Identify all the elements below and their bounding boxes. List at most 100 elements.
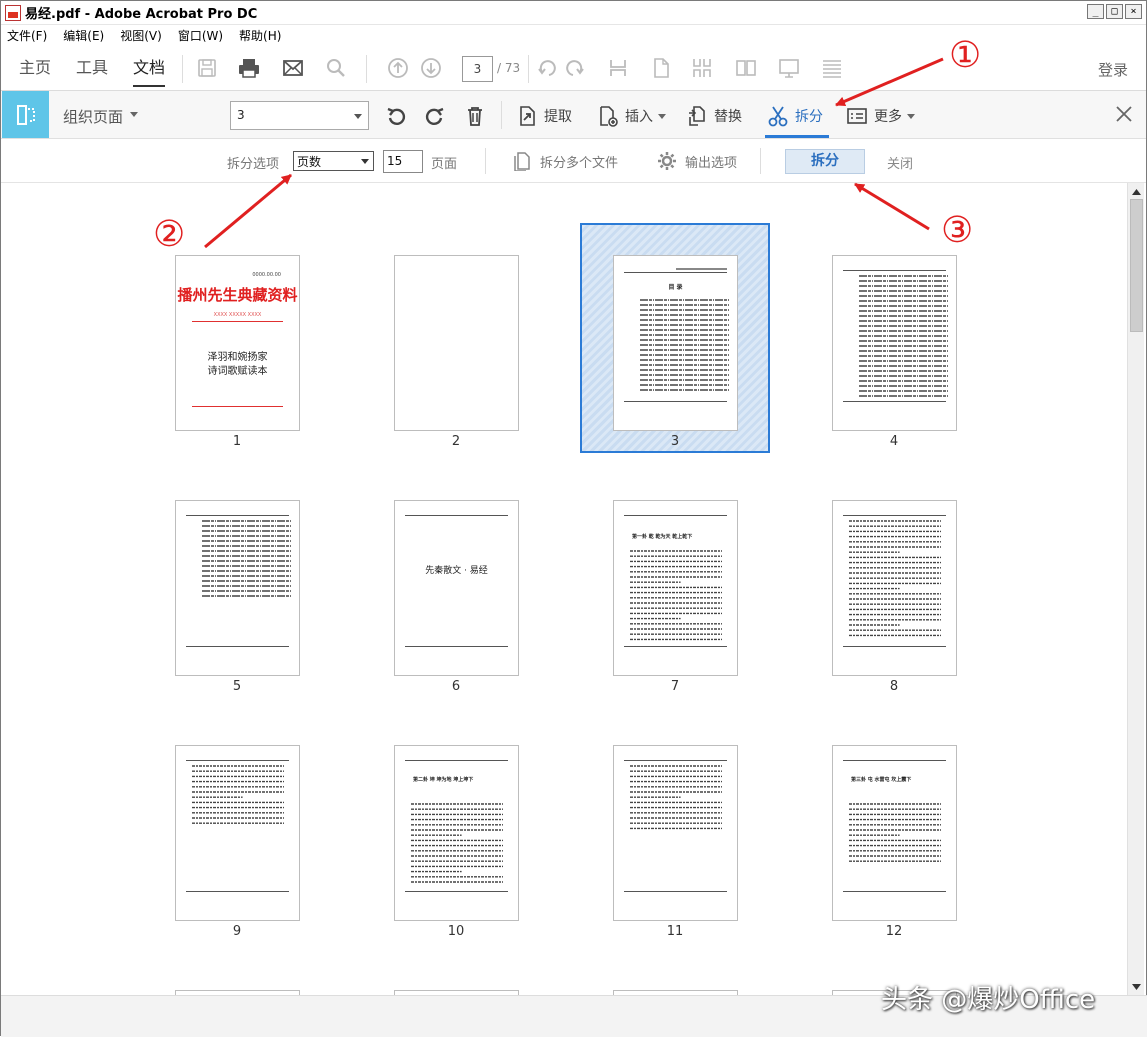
page-number-input[interactable]: 3 xyxy=(462,56,493,82)
organize-pages-label[interactable]: 组织页面 xyxy=(63,106,123,127)
split-multiple-files-button[interactable]: 拆分多个文件 xyxy=(512,151,618,171)
page-thumbnails-area: 0000.00.00 播州先生典藏资料 XXXX XXXXX XXXX 泽羽和婉… xyxy=(5,183,1127,995)
page-thumbnail[interactable]: 第三卦 屯 水雷屯 坎上震下 12 xyxy=(799,713,989,943)
rotate-left-button[interactable] xyxy=(385,105,413,127)
chapter-heading: 第三卦 屯 水雷屯 坎上震下 xyxy=(851,777,912,783)
scroll-down-icon[interactable] xyxy=(1128,978,1145,995)
print-icon[interactable] xyxy=(238,57,260,79)
combine-icon[interactable] xyxy=(607,57,629,79)
page-number: 6 xyxy=(451,679,461,694)
split-button[interactable]: 拆分 xyxy=(767,105,823,127)
cover-subline: XXXX XXXXX XXXX xyxy=(213,312,262,318)
tab-document[interactable]: 文档 xyxy=(133,45,166,91)
cover-body-1: 泽羽和婉扬家 xyxy=(207,352,268,363)
page-thumbnail[interactable]: 先秦散文 · 易经 6 xyxy=(361,468,551,698)
tab-tools[interactable]: 工具 xyxy=(76,45,108,91)
page-thumbnail[interactable]: 第一卦 乾 乾为天 乾上乾下 7 xyxy=(580,468,770,698)
close-icon[interactable] xyxy=(1114,104,1134,124)
footer-rule xyxy=(186,646,289,647)
page-thumbnail[interactable]: 0000.00.00 播州先生典藏资料 XXXX XXXXX XXXX 泽羽和婉… xyxy=(142,223,332,453)
page-preview xyxy=(832,500,957,676)
page-preview xyxy=(832,255,957,431)
save-icon[interactable] xyxy=(196,57,218,79)
organize-pages-icon[interactable] xyxy=(2,91,49,138)
page-thumbnail[interactable]: 第二卦 坤 坤为地 坤上坤下 10 xyxy=(361,713,551,943)
header-rule xyxy=(843,760,946,761)
vertical-scrollbar[interactable] xyxy=(1127,183,1144,995)
page-range-select[interactable]: 3 xyxy=(230,101,369,130)
title-bar: 易经.pdf - Adobe Acrobat Pro DC _ □ × xyxy=(1,1,1146,25)
menu-edit[interactable]: 编辑(E) xyxy=(63,27,104,44)
toolbar-divider xyxy=(528,55,529,83)
prev-page-icon[interactable] xyxy=(387,57,409,79)
menu-window[interactable]: 窗口(W) xyxy=(178,27,223,44)
toc-heading: 目 录 xyxy=(668,284,683,291)
more-button[interactable]: 更多 xyxy=(846,105,915,127)
redo-icon[interactable] xyxy=(563,57,585,79)
page-number: 10 xyxy=(447,924,465,939)
rotate-right-button[interactable] xyxy=(424,105,452,127)
extract-button[interactable]: 提取 xyxy=(516,105,572,127)
page-number: 2 xyxy=(451,434,461,449)
output-options-label: 输出选项 xyxy=(685,155,738,171)
page-number: 12 xyxy=(885,924,903,939)
chapter-heading: 第二卦 坤 坤为地 坤上坤下 xyxy=(413,777,474,783)
cover-body-2: 诗词歌赋读本 xyxy=(207,366,268,377)
page-thumbnail-selected[interactable]: 目 录 3 xyxy=(580,223,770,453)
split-by-value: 页数 xyxy=(297,155,322,169)
replace-button[interactable]: 替换 xyxy=(686,105,742,127)
organize-pages-toolbar: 组织页面 3 提取 插入 替换 拆分 更多 xyxy=(1,91,1146,139)
scissors-icon xyxy=(768,106,788,127)
more-icon xyxy=(847,108,867,124)
maximize-button[interactable]: □ xyxy=(1106,4,1123,19)
close-window-button[interactable]: × xyxy=(1125,4,1142,19)
search-icon[interactable] xyxy=(325,57,347,79)
split-confirm-button[interactable]: 拆分 xyxy=(785,149,865,174)
watermark: 头条 @爆炒Office xyxy=(881,985,1096,1015)
footer-rule xyxy=(624,646,727,647)
header-text xyxy=(676,268,727,270)
presentation-icon[interactable] xyxy=(778,57,800,79)
minimize-button[interactable]: _ xyxy=(1087,4,1104,19)
menu-help[interactable]: 帮助(H) xyxy=(239,27,281,44)
undo-icon[interactable] xyxy=(537,57,559,79)
page-thumbnail[interactable]: 4 xyxy=(799,223,989,453)
page-preview xyxy=(394,255,519,431)
page-thumbnail[interactable]: 2 xyxy=(361,223,551,453)
dropdown-arrow-icon xyxy=(361,159,369,164)
email-icon[interactable] xyxy=(282,57,304,79)
page-preview: 第二卦 坤 坤为地 坤上坤下 xyxy=(394,745,519,921)
toolbar-divider xyxy=(366,55,367,83)
next-page-icon[interactable] xyxy=(420,57,442,79)
page-thumbnail[interactable]: 5 xyxy=(142,468,332,698)
tab-home[interactable]: 主页 xyxy=(19,45,51,91)
split-by-select[interactable]: 页数 xyxy=(293,151,374,171)
footer-rule xyxy=(186,891,289,892)
footer-rule xyxy=(405,891,508,892)
scrollbar-thumb[interactable] xyxy=(1130,199,1143,332)
insert-button[interactable]: 插入 xyxy=(597,105,666,127)
page-number: 3 xyxy=(670,434,680,449)
close-split-button[interactable]: 关闭 xyxy=(887,153,913,172)
page-thumbnail[interactable]: 9 xyxy=(142,713,332,943)
text-lines xyxy=(411,803,503,883)
cover-code: 0000.00.00 xyxy=(252,272,281,278)
scroll-up-icon[interactable] xyxy=(1128,183,1145,200)
organize-icon[interactable] xyxy=(691,57,713,79)
delete-page-button[interactable] xyxy=(464,105,492,127)
pdf-app-icon xyxy=(5,4,21,21)
page-thumbnail[interactable]: 11 xyxy=(580,713,770,943)
page-thumbnail[interactable]: 8 xyxy=(799,468,989,698)
two-page-icon[interactable] xyxy=(735,57,757,79)
document-icon[interactable] xyxy=(650,57,672,79)
page-count-input[interactable]: 15 xyxy=(383,150,423,173)
output-options-button[interactable]: 输出选项 xyxy=(657,151,737,171)
reading-mode-icon[interactable] xyxy=(821,57,843,79)
page-preview: 目 录 xyxy=(613,255,738,431)
menu-view[interactable]: 视图(V) xyxy=(120,27,162,44)
toc-lines xyxy=(202,520,291,597)
login-link[interactable]: 登录 xyxy=(1098,59,1128,80)
page-range-value: 3 xyxy=(237,108,245,122)
chevron-down-icon[interactable] xyxy=(130,112,138,117)
menu-file[interactable]: 文件(F) xyxy=(7,27,47,44)
